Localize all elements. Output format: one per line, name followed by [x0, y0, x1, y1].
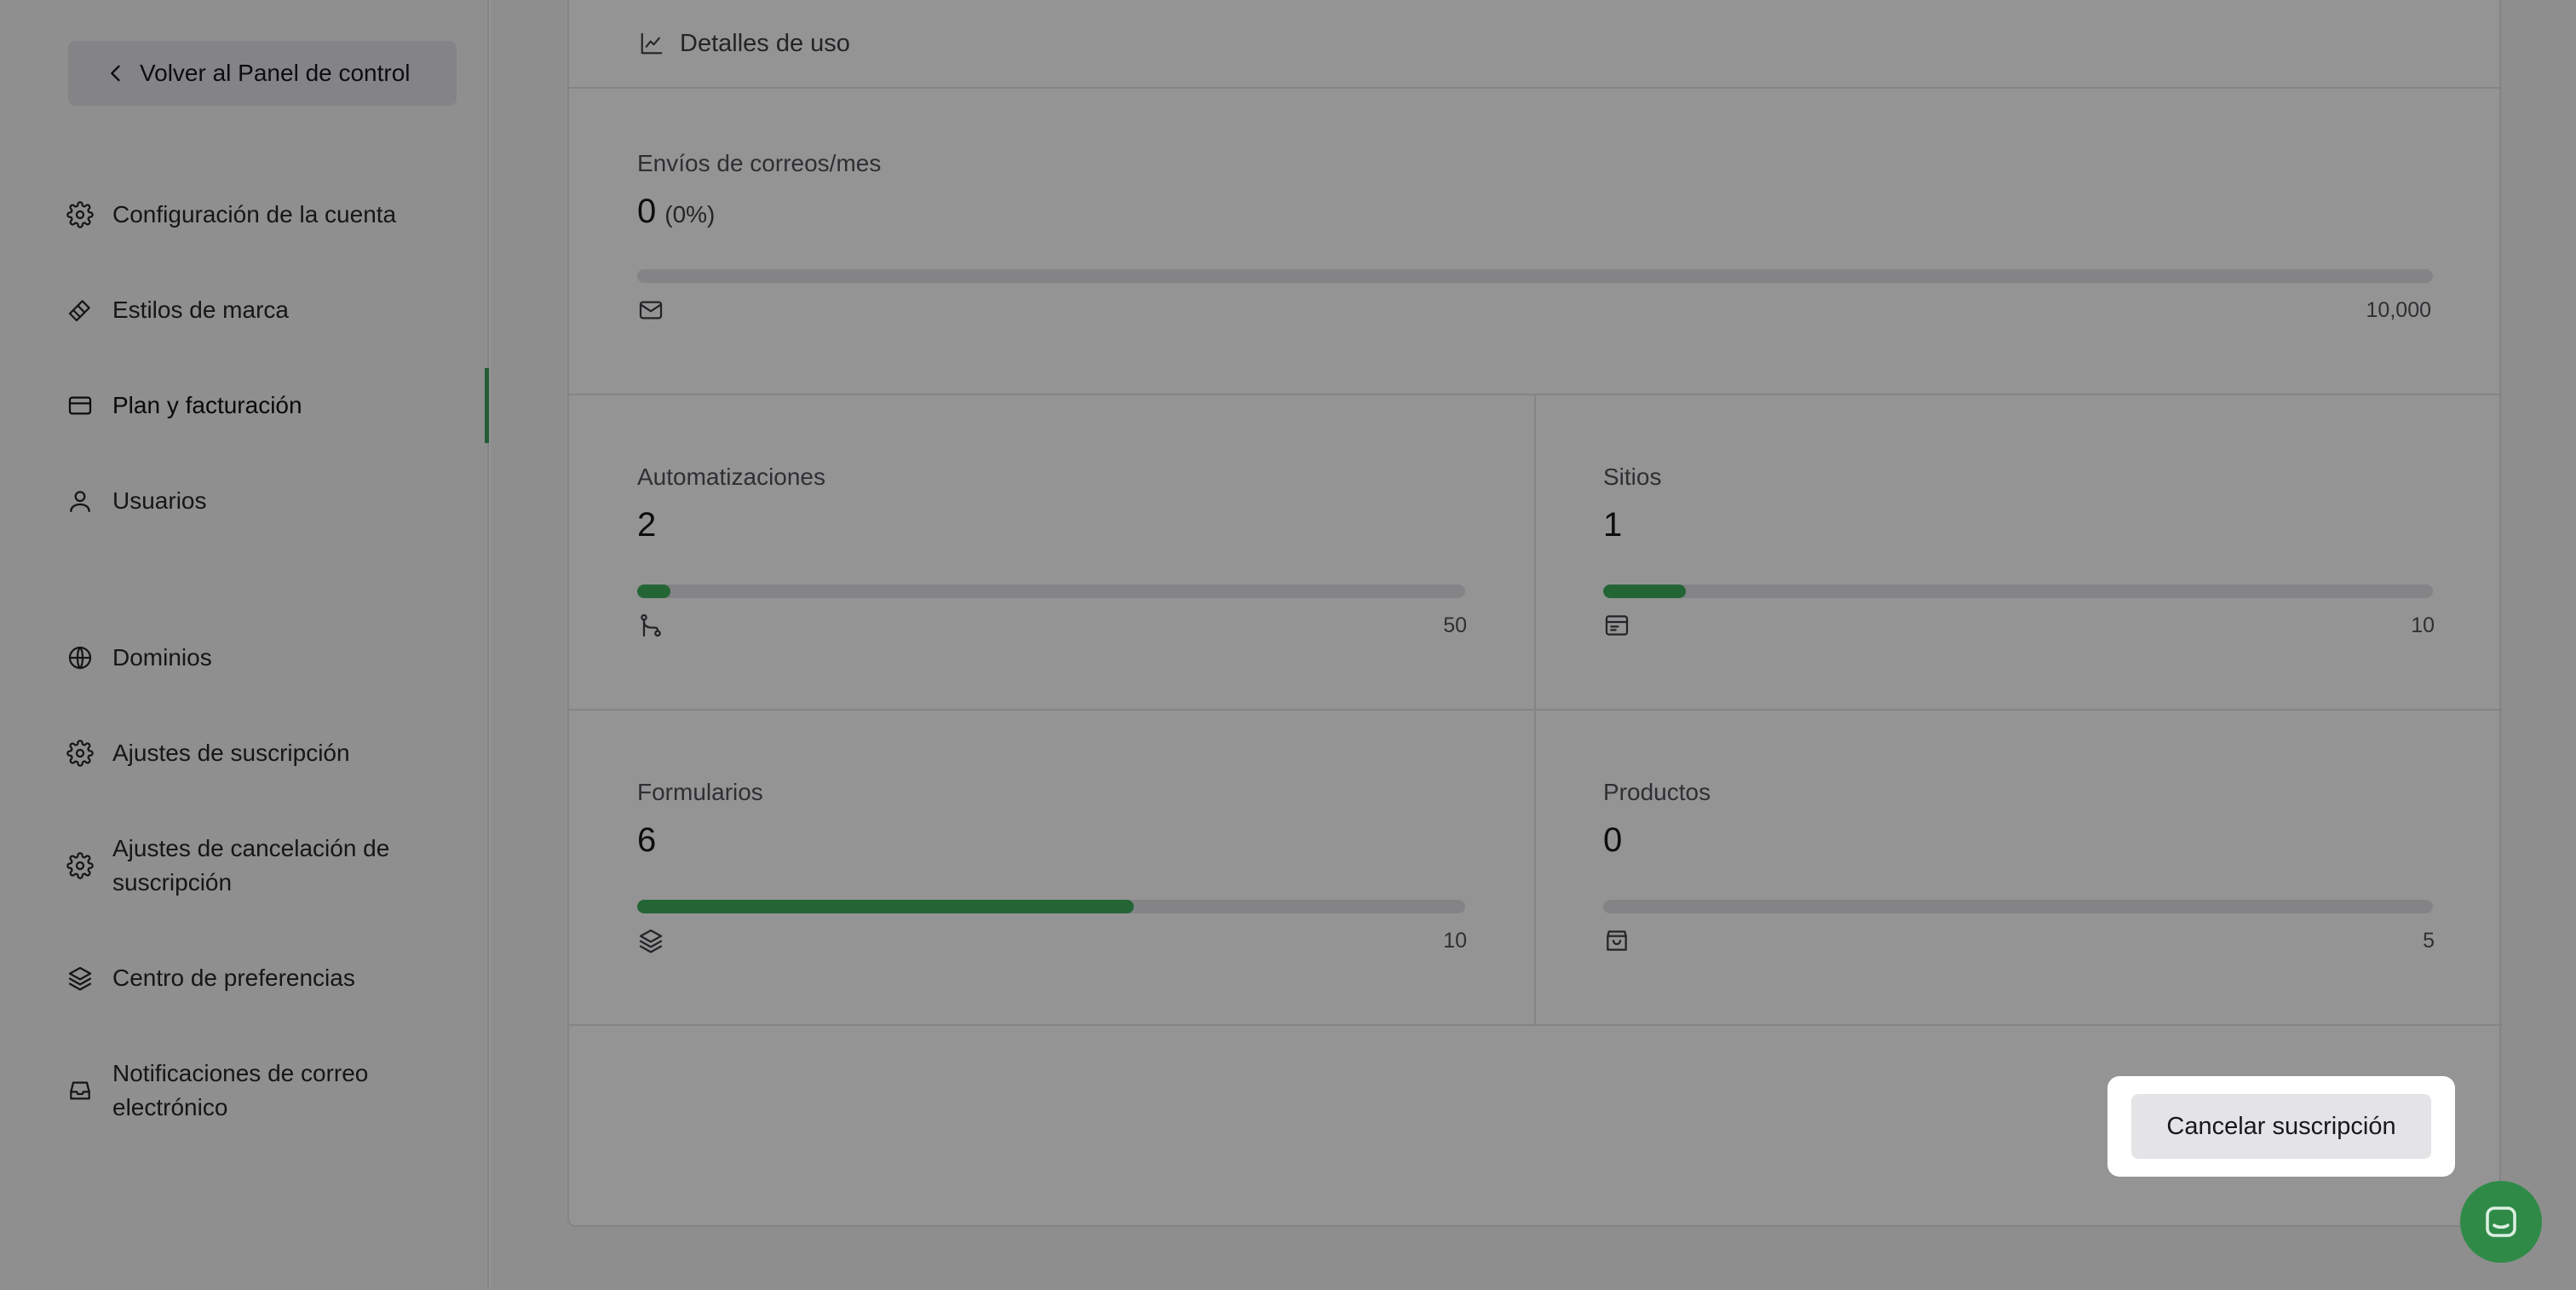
sidebar-item-label: Ajustes de suscripción [112, 740, 350, 766]
sidebar-item-label: Ajustes de cancelación de suscripción [112, 835, 390, 896]
paint-brush-icon [66, 297, 94, 324]
inbox-icon [66, 1077, 94, 1104]
browser-window-icon [1603, 612, 1630, 639]
layers-icon [66, 965, 94, 992]
cancel-subscription-button[interactable]: Cancelar suscripción [2131, 1094, 2431, 1159]
usage-value: 1 [1603, 506, 1623, 544]
sidebar-item-label: Plan y facturación [112, 392, 302, 418]
line-chart-icon [641, 32, 663, 55]
usage-progress-fill [637, 900, 1135, 913]
usage-progress-bar [637, 269, 2433, 283]
card-title: Detalles de uso [680, 29, 850, 57]
usage-progress-bar [1603, 900, 2433, 913]
globe-icon [66, 644, 94, 671]
layers-icon [637, 927, 664, 954]
sidebar-item-subscription-settings[interactable]: Ajustes de suscripción [66, 736, 467, 770]
sidebar-item-plan-billing[interactable]: Plan y facturación [66, 389, 467, 423]
sidebar-item-label: Configuración de la cuenta [112, 201, 397, 227]
sidebar-item-domains[interactable]: Dominios [66, 641, 467, 675]
gear-icon [66, 852, 94, 879]
usage-details-card: Detalles de uso Envíos de correos/mes 0 (… [567, 0, 2503, 1227]
gear-icon [66, 201, 94, 228]
usage-forms: Formularios 6 10 [569, 711, 1535, 1026]
usage-emails: Envíos de correos/mes 0 (0%) 10,000 [569, 89, 2499, 395]
usage-progress-bar [1603, 585, 2433, 598]
usage-label: Automatizaciones [637, 464, 826, 490]
usage-automations: Automatizaciones 2 50 [569, 395, 1535, 711]
sidebar-item-label: Notificaciones de correo electrónico [112, 1060, 369, 1120]
usage-value: 2 [637, 506, 657, 544]
sidebar-item-preference-center[interactable]: Centro de preferencias [66, 961, 467, 995]
chat-icon [2486, 1206, 2516, 1237]
usage-value: 0 [1603, 821, 1623, 859]
sidebar-item-label: Estilos de marca [112, 297, 289, 323]
usage-label: Sitios [1603, 464, 1662, 490]
git-branch-icon [637, 612, 664, 639]
sidebar-item-email-notifications[interactable]: Notificaciones de correo electrónico [66, 1057, 467, 1125]
sidebar-item-unsubscribe-settings[interactable]: Ajustes de cancelación de suscripción [66, 832, 467, 900]
column-divider [1534, 395, 1536, 1026]
usage-value: 0 (0%) [637, 193, 715, 231]
sidebar-item-account-settings[interactable]: Configuración de la cuenta [66, 198, 467, 232]
usage-percent: (0%) [664, 201, 716, 227]
active-item-indicator [485, 368, 489, 443]
usage-products: Productos 0 5 [1535, 711, 2503, 1026]
sidebar-item-users[interactable]: Usuarios [66, 484, 467, 518]
sidebar-item-brand-styles[interactable]: Estilos de marca [66, 293, 467, 327]
usage-label: Productos [1603, 779, 1711, 805]
card-header: Detalles de uso [569, 0, 2499, 89]
settings-sidebar: Volver al Panel de control Configuración… [0, 0, 489, 1290]
credit-card-icon [66, 392, 94, 419]
usage-limit: 10,000 [2366, 298, 2431, 322]
usage-progress-bar [637, 900, 1465, 913]
usage-progress-fill [1603, 585, 1687, 598]
usage-progress-fill [637, 585, 670, 598]
usage-label: Envíos de correos/mes [637, 150, 882, 176]
usage-progress-bar [637, 585, 1465, 598]
back-to-dashboard-button[interactable]: Volver al Panel de control [68, 41, 457, 106]
usage-limit: 50 [1443, 613, 1467, 637]
back-button-label: Volver al Panel de control [140, 60, 411, 86]
shopping-bag-icon [1603, 927, 1630, 954]
sidebar-item-label: Usuarios [112, 487, 207, 514]
chat-launcher-button[interactable] [2460, 1181, 2542, 1263]
usage-limit: 5 [2423, 929, 2435, 953]
chevron-left-icon [111, 65, 120, 82]
user-icon [66, 487, 94, 515]
usage-count: 0 [637, 193, 657, 230]
sidebar-item-label: Dominios [112, 644, 212, 671]
usage-limit: 10 [2411, 613, 2435, 637]
usage-limit: 10 [1443, 929, 1467, 953]
usage-sites: Sitios 1 10 [1535, 395, 2503, 711]
mail-icon [637, 297, 664, 324]
sidebar-item-label: Centro de preferencias [112, 965, 355, 991]
gear-icon [66, 740, 94, 767]
usage-value: 6 [637, 821, 657, 859]
usage-label: Formularios [637, 779, 763, 805]
